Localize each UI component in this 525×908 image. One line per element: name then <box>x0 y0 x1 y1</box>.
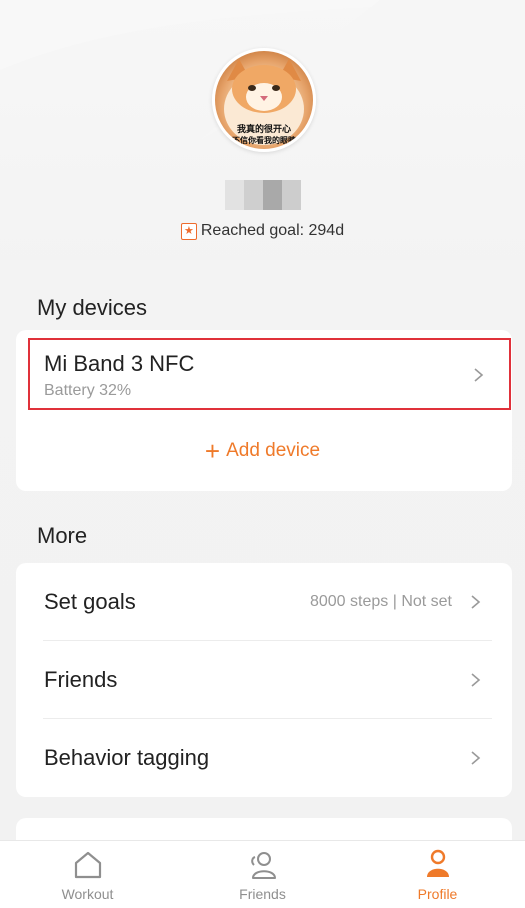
tab-label-profile: Profile <box>417 886 458 902</box>
chevron-right-icon <box>468 750 482 765</box>
star-badge-icon: ★ <box>180 222 197 240</box>
tab-label-workout: Workout <box>61 886 114 902</box>
add-device-button[interactable]: + Add device <box>0 436 525 466</box>
friends-label: Friends <box>44 667 118 692</box>
profile-icon <box>426 849 449 877</box>
goal-streak: ★ Reached goal: 294d <box>0 222 525 240</box>
avatar-caption-line2: 不信你看我的眼睛 <box>232 136 296 145</box>
avatar[interactable]: 我真的很开心 不信你看我的眼睛 <box>212 48 316 152</box>
tab-label-friends: Friends <box>239 886 286 902</box>
avatar-caption-line1: 我真的很开心 <box>236 124 291 134</box>
home-icon <box>74 851 101 879</box>
behavior-tagging-label: Behavior tagging <box>44 745 210 770</box>
set-goals-value: 8000 steps | Not set <box>309 593 452 610</box>
tab-friends[interactable]: Friends <box>175 841 350 908</box>
add-device-label: Add device <box>226 440 321 461</box>
section-title-more: More <box>37 523 88 548</box>
tab-profile[interactable]: Profile <box>350 841 525 908</box>
section-title-my-devices: My devices <box>37 295 148 320</box>
device-name: Mi Band 3 NFC <box>44 351 195 376</box>
more-item-behavior-tagging[interactable]: Behavior tagging <box>28 719 492 797</box>
more-item-friends[interactable]: Friends <box>28 641 492 719</box>
chevron-right-icon <box>468 594 482 609</box>
profile-header: 我真的很开心 不信你看我的眼睛 ★ Reached goal: 294d <box>0 0 525 260</box>
more-item-set-goals[interactable]: Set goals 8000 steps | Not set <box>28 563 492 641</box>
tab-workout[interactable]: Workout <box>0 841 175 908</box>
profile-screen: 我真的很开心 不信你看我的眼睛 ★ Reached goal: 294d My … <box>0 0 525 908</box>
set-goals-label: Set goals <box>44 589 136 614</box>
device-item-mi-band[interactable]: Mi Band 3 NFC Battery 32% <box>28 338 511 410</box>
friends-icon <box>250 852 276 879</box>
device-battery-status: Battery 32% <box>44 382 132 399</box>
username-blurred <box>225 180 301 210</box>
bottom-tab-bar: Workout Friends Profile <box>0 840 525 908</box>
plus-icon: + <box>204 436 221 466</box>
goal-text: Reached goal: 294d <box>200 222 345 239</box>
chevron-right-icon <box>468 672 482 687</box>
chevron-right-icon <box>471 367 485 382</box>
